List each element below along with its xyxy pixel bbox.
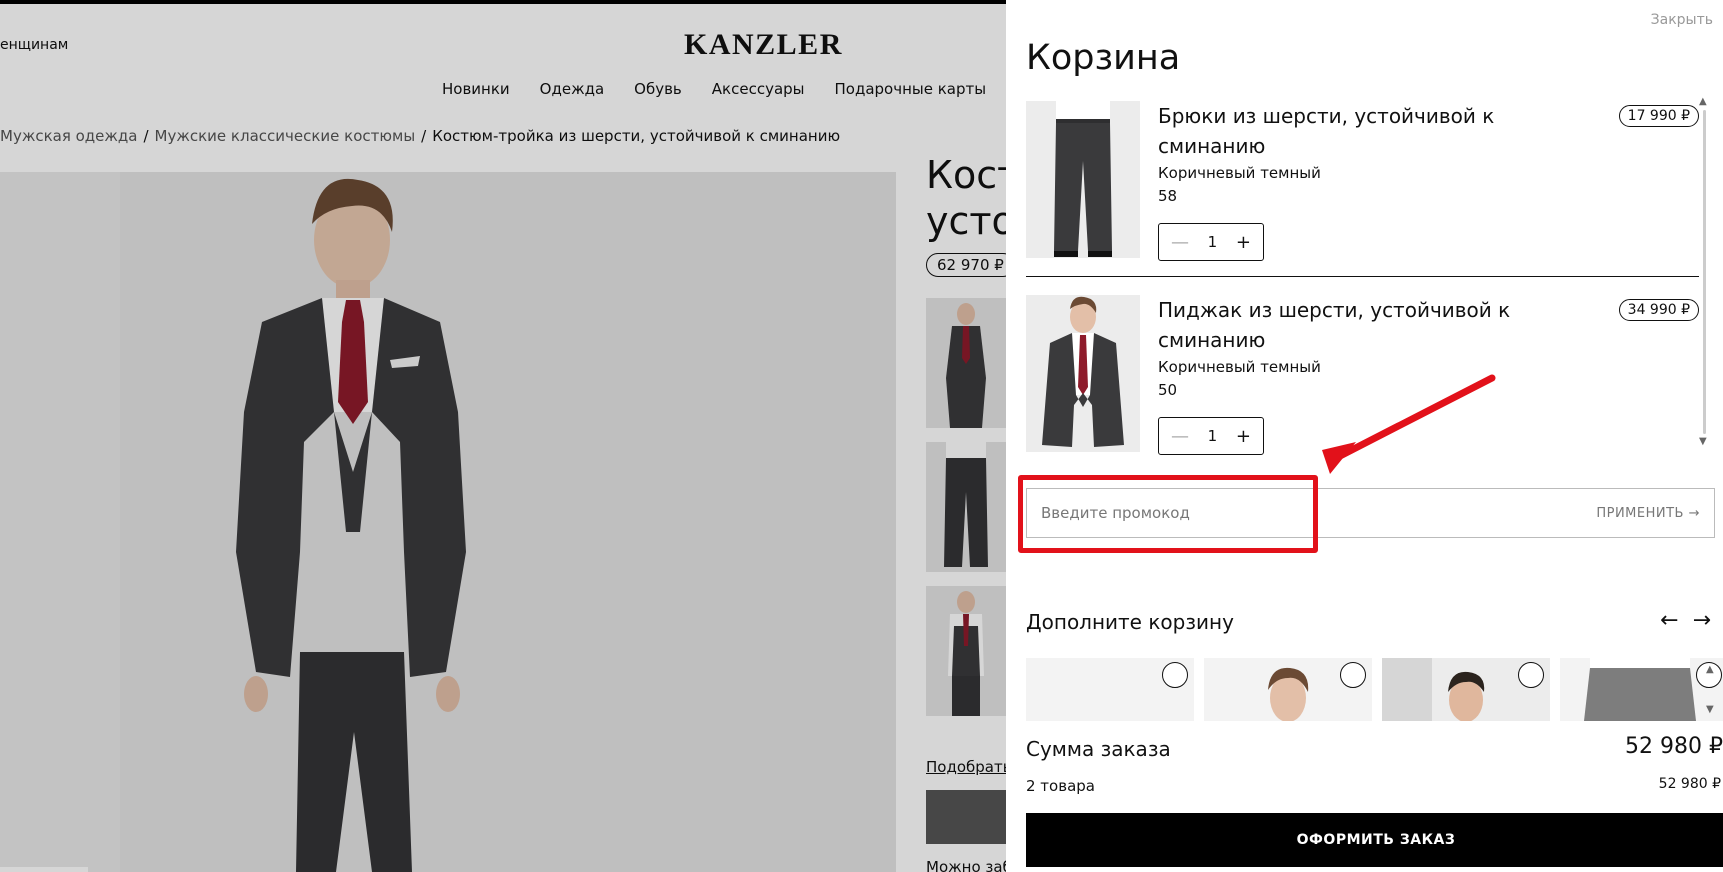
divider: [1026, 276, 1699, 277]
cart-title: Корзина: [1026, 38, 1181, 78]
order-total-value: 52 980 ₽: [1625, 734, 1723, 759]
trousers-photo-icon[interactable]: [1026, 101, 1140, 258]
addons-carousel-nav: ← →: [1660, 608, 1711, 633]
quantity-stepper: — 1 +: [1158, 223, 1264, 261]
annotation-highlight-box: [1018, 475, 1318, 553]
modal-backdrop[interactable]: [0, 0, 1006, 872]
quantity-value: 1: [1207, 427, 1218, 445]
close-cart-button[interactable]: Закрыть: [1651, 12, 1713, 28]
cart-item-color: Коричневый темный: [1158, 164, 1321, 182]
order-total-label: Сумма заказа: [1026, 737, 1171, 761]
quantity-value: 1: [1207, 233, 1218, 251]
items-subtotal-value: 52 980 ₽: [1658, 776, 1721, 792]
addons-title: Дополните корзину: [1026, 610, 1234, 634]
scroll-down-icon[interactable]: ▼: [1706, 704, 1714, 715]
scroll-up-icon[interactable]: ▲: [1706, 664, 1714, 675]
scroll-down-icon[interactable]: ▼: [1699, 436, 1707, 447]
items-count-label: 2 товара: [1026, 777, 1095, 795]
cart-item-size: 50: [1158, 381, 1178, 399]
quantity-stepper: — 1 +: [1158, 417, 1264, 455]
addon-select-radio[interactable]: [1518, 662, 1544, 688]
cart-item: Брюки из шерсти, устойчивой к сминанию К…: [1026, 101, 1699, 271]
cart-item-price: 17 990 ₽: [1618, 105, 1699, 127]
cart-item-size: 58: [1158, 187, 1178, 205]
increase-quantity-button[interactable]: +: [1236, 426, 1251, 447]
cart-item-color: Коричневый темный: [1158, 358, 1321, 376]
arrow-right-icon[interactable]: →: [1693, 608, 1711, 633]
cart-item-name[interactable]: Пиджак из шерсти, устойчивой к сминанию: [1158, 295, 1558, 355]
annotation-arrow-icon: [1322, 374, 1496, 474]
scroll-up-icon[interactable]: ▲: [1699, 96, 1707, 107]
cart-items-scrollbar[interactable]: ▲ ▼: [1699, 96, 1711, 452]
apply-promo-button[interactable]: ПРИМЕНИТЬ →: [1596, 506, 1700, 521]
arrow-left-icon[interactable]: ←: [1660, 608, 1678, 633]
cart-item-name[interactable]: Брюки из шерсти, устойчивой к сминанию: [1158, 101, 1558, 161]
decrease-quantity-button[interactable]: —: [1171, 426, 1189, 447]
decrease-quantity-button[interactable]: —: [1171, 232, 1189, 253]
increase-quantity-button[interactable]: +: [1236, 232, 1251, 253]
addon-select-radio[interactable]: [1162, 662, 1188, 688]
cart-item-price: 34 990 ₽: [1618, 299, 1699, 321]
jacket-photo-icon[interactable]: [1026, 295, 1140, 452]
scrollbar-thumb[interactable]: [1703, 110, 1706, 434]
addon-select-radio[interactable]: [1340, 662, 1366, 688]
checkout-button[interactable]: ОФОРМИТЬ ЗАКАЗ: [1026, 813, 1723, 867]
